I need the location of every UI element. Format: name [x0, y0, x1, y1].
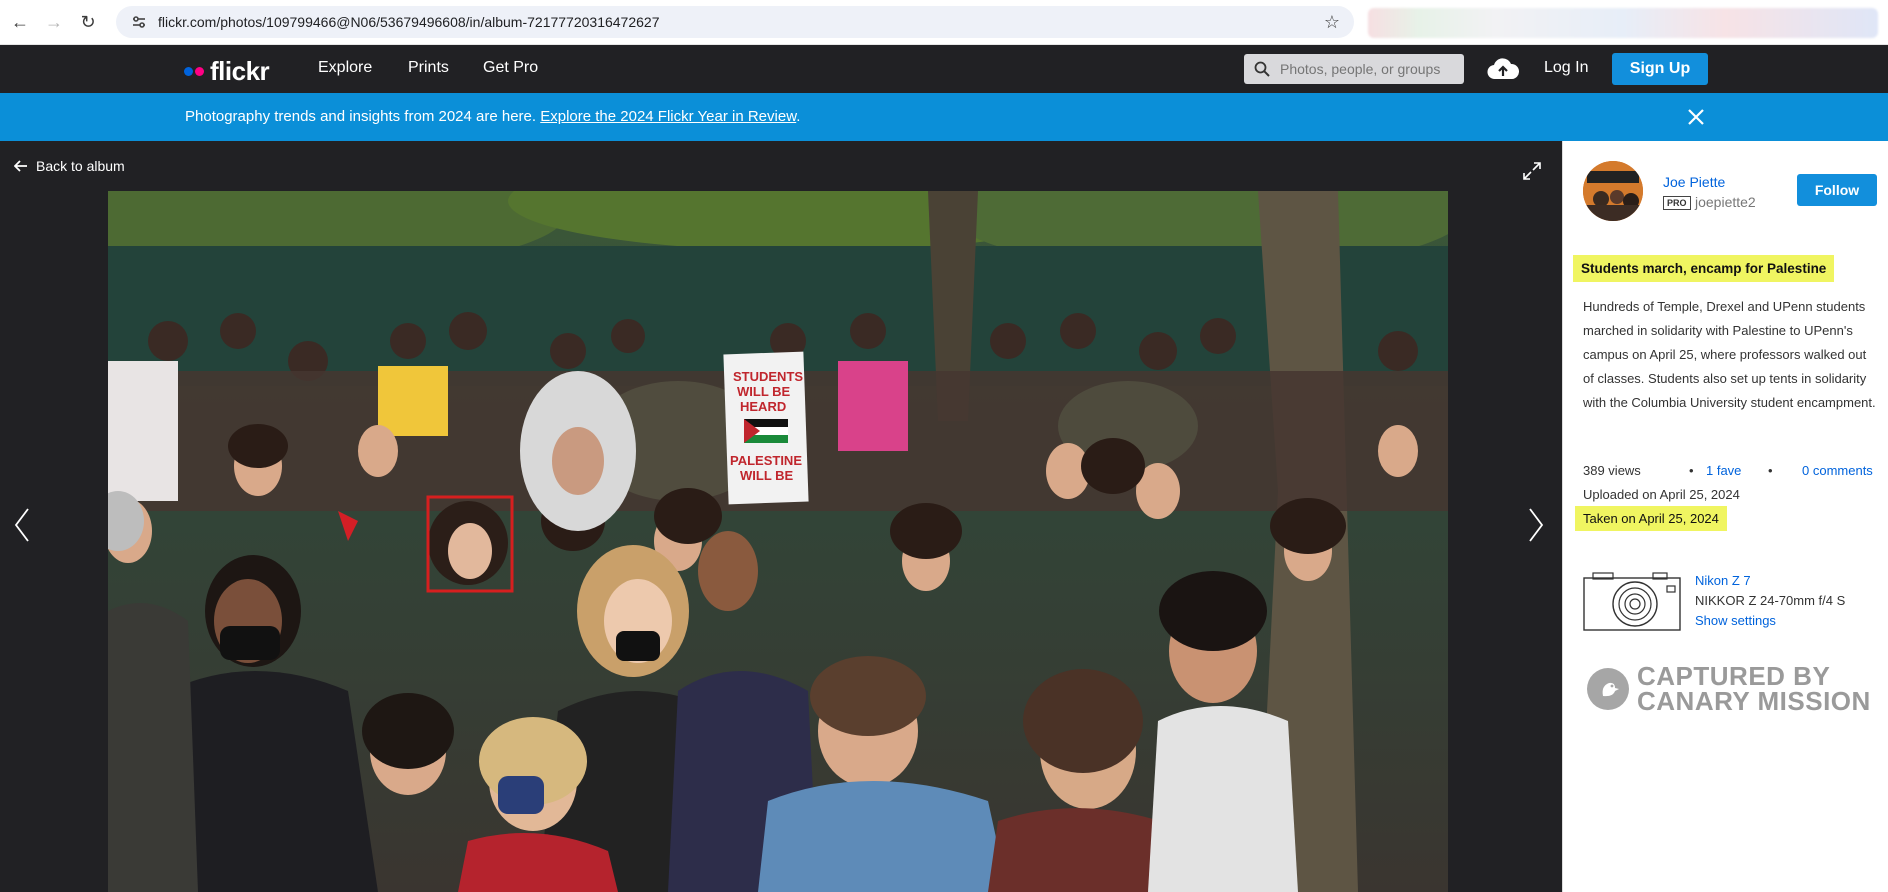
search-box[interactable]	[1244, 54, 1464, 84]
photo-viewer: Back to album STUDENTS WILL BE HEARD PAL…	[0, 141, 1562, 892]
author-username[interactable]: joepiette2	[1695, 194, 1756, 210]
taken-date: Taken on April 25, 2024	[1575, 506, 1727, 531]
photo-description: Hundreds of Temple, Drexel and UPenn stu…	[1583, 299, 1876, 410]
search-input[interactable]	[1280, 61, 1460, 77]
faves-link[interactable]: 1 fave	[1706, 463, 1741, 478]
logo-pink-dot	[195, 67, 204, 76]
url-text[interactable]: flickr.com/photos/109799466@N06/53679496…	[158, 14, 660, 30]
views-count: 389 views	[1583, 463, 1641, 478]
upload-cloud-icon[interactable]	[1487, 57, 1519, 81]
photo-info-sidebar: Joe Piette PRO joepiette2 Follow Student…	[1562, 141, 1888, 892]
nav-prints[interactable]: Prints	[408, 59, 449, 77]
banner-text: Photography trends and insights from 202…	[185, 108, 541, 125]
back-label: Back to album	[36, 158, 125, 174]
photo-title: Students march, encamp for Palestine	[1573, 255, 1835, 282]
bookmark-star-icon[interactable]: ☆	[1324, 12, 1340, 33]
pro-badge: PRO	[1663, 196, 1691, 210]
signup-button[interactable]: Sign Up	[1612, 53, 1708, 85]
sign-line-2: WILL BE	[737, 384, 791, 399]
banner-link[interactable]: Explore the 2024 Flickr Year in Review	[540, 108, 796, 125]
site-info-icon[interactable]	[130, 13, 148, 31]
author-avatar[interactable]	[1583, 161, 1643, 221]
canary-mission-watermark: CAPTURED BY CANARY MISSION	[1587, 663, 1871, 716]
sign-line-3: HEARD	[740, 399, 786, 414]
next-photo-icon[interactable]	[1526, 505, 1546, 545]
show-settings-link[interactable]: Show settings	[1695, 613, 1776, 628]
watermark-line-2: CANARY MISSION	[1637, 686, 1871, 716]
announcement-banner: Photography trends and insights from 202…	[0, 93, 1888, 141]
login-link[interactable]: Log In	[1544, 59, 1588, 77]
camera-lens: NIKKOR Z 24-70mm f/4 S	[1695, 593, 1846, 608]
author-name-link[interactable]: Joe Piette	[1663, 174, 1725, 190]
banner-suffix: .	[796, 108, 801, 125]
banner-message: Photography trends and insights from 202…	[185, 108, 800, 125]
watermark-text: CAPTURED BY CANARY MISSION	[1637, 663, 1871, 716]
bullet-separator: •	[1689, 463, 1694, 478]
reload-icon[interactable]: ↻	[74, 8, 102, 36]
canary-bird-icon	[1587, 668, 1629, 710]
forward-arrow-icon[interactable]: →	[40, 8, 68, 36]
back-to-album-link[interactable]: Back to album	[14, 158, 125, 174]
logo-text: flickr	[210, 56, 270, 86]
follow-button[interactable]: Follow	[1797, 174, 1877, 206]
search-icon	[1254, 61, 1270, 77]
sign-line-4: PALESTINE	[730, 453, 802, 468]
camera-icon	[1583, 572, 1681, 631]
back-arrow-icon[interactable]: ←	[6, 8, 34, 36]
address-bar[interactable]: flickr.com/photos/109799466@N06/53679496…	[116, 6, 1354, 38]
previous-photo-icon[interactable]	[12, 505, 32, 545]
nav-get-pro[interactable]: Get Pro	[483, 59, 538, 77]
comments-link[interactable]: 0 comments	[1802, 463, 1873, 478]
sign-line-5: WILL BE	[740, 468, 794, 483]
camera-model-link[interactable]: Nikon Z 7	[1695, 573, 1751, 588]
browser-toolbar: ← → ↻ flickr.com/photos/109799466@N06/53…	[0, 0, 1888, 45]
expand-icon[interactable]	[1522, 161, 1542, 181]
main-photo[interactable]: STUDENTS WILL BE HEARD PALESTINE WILL BE	[108, 191, 1448, 892]
logo-blue-dot	[184, 67, 193, 76]
sign-line-1: STUDENTS	[733, 369, 803, 384]
site-header: flickr Explore Prints Get Pro Log In Sig…	[0, 45, 1888, 93]
close-icon[interactable]	[1684, 105, 1708, 129]
uploaded-date: Uploaded on April 25, 2024	[1583, 487, 1740, 502]
nav-explore[interactable]: Explore	[318, 59, 372, 77]
bullet-separator: •	[1768, 463, 1773, 478]
arrow-left-icon	[14, 160, 27, 172]
blurred-extensions	[1368, 8, 1878, 38]
flickr-logo[interactable]: flickr	[184, 56, 270, 87]
